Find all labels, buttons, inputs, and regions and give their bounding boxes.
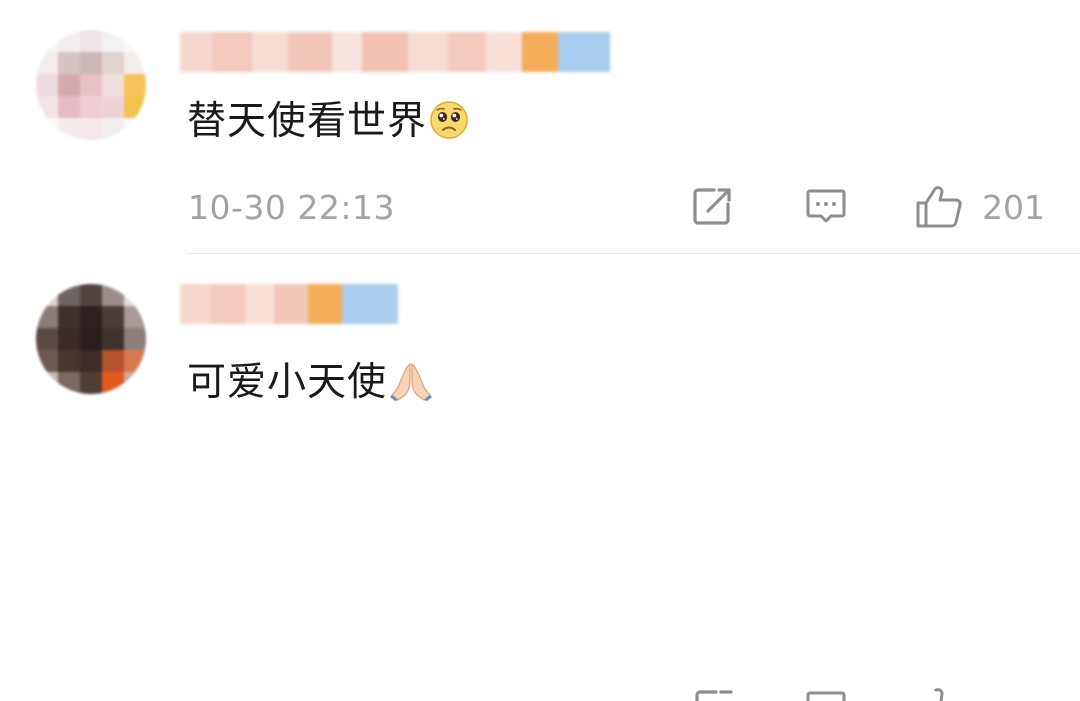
comment-text: 可爱小天使 bbox=[187, 358, 433, 414]
comment-item: 可爱小天使 bbox=[0, 254, 1080, 701]
comment-icon bbox=[804, 184, 848, 228]
thumbs-up-icon[interactable] bbox=[914, 686, 964, 701]
thumbs-up-icon bbox=[914, 184, 964, 230]
like-button[interactable]: 201 bbox=[914, 184, 1045, 230]
share-icon[interactable] bbox=[692, 686, 736, 701]
avatar[interactable] bbox=[36, 30, 146, 140]
timestamp: 10-30 22:13 bbox=[188, 188, 395, 227]
comment-actions-partial bbox=[0, 686, 1080, 701]
comment-item: 替天使看世界 10-30 22:13 201 bbox=[0, 0, 1080, 254]
like-count: 201 bbox=[982, 187, 1045, 227]
comment-text: 替天使看世界 bbox=[187, 97, 469, 153]
comment-meta: 10-30 22:13 201 bbox=[0, 180, 1080, 234]
share-icon bbox=[690, 184, 734, 228]
share-button[interactable] bbox=[690, 184, 734, 228]
username[interactable] bbox=[180, 32, 610, 72]
folded-hands-emoji bbox=[389, 361, 433, 414]
pleading-face-emoji bbox=[429, 100, 469, 153]
comment-icon[interactable] bbox=[804, 686, 848, 701]
username[interactable] bbox=[180, 284, 398, 324]
reply-button[interactable] bbox=[804, 184, 848, 228]
avatar[interactable] bbox=[36, 284, 146, 394]
